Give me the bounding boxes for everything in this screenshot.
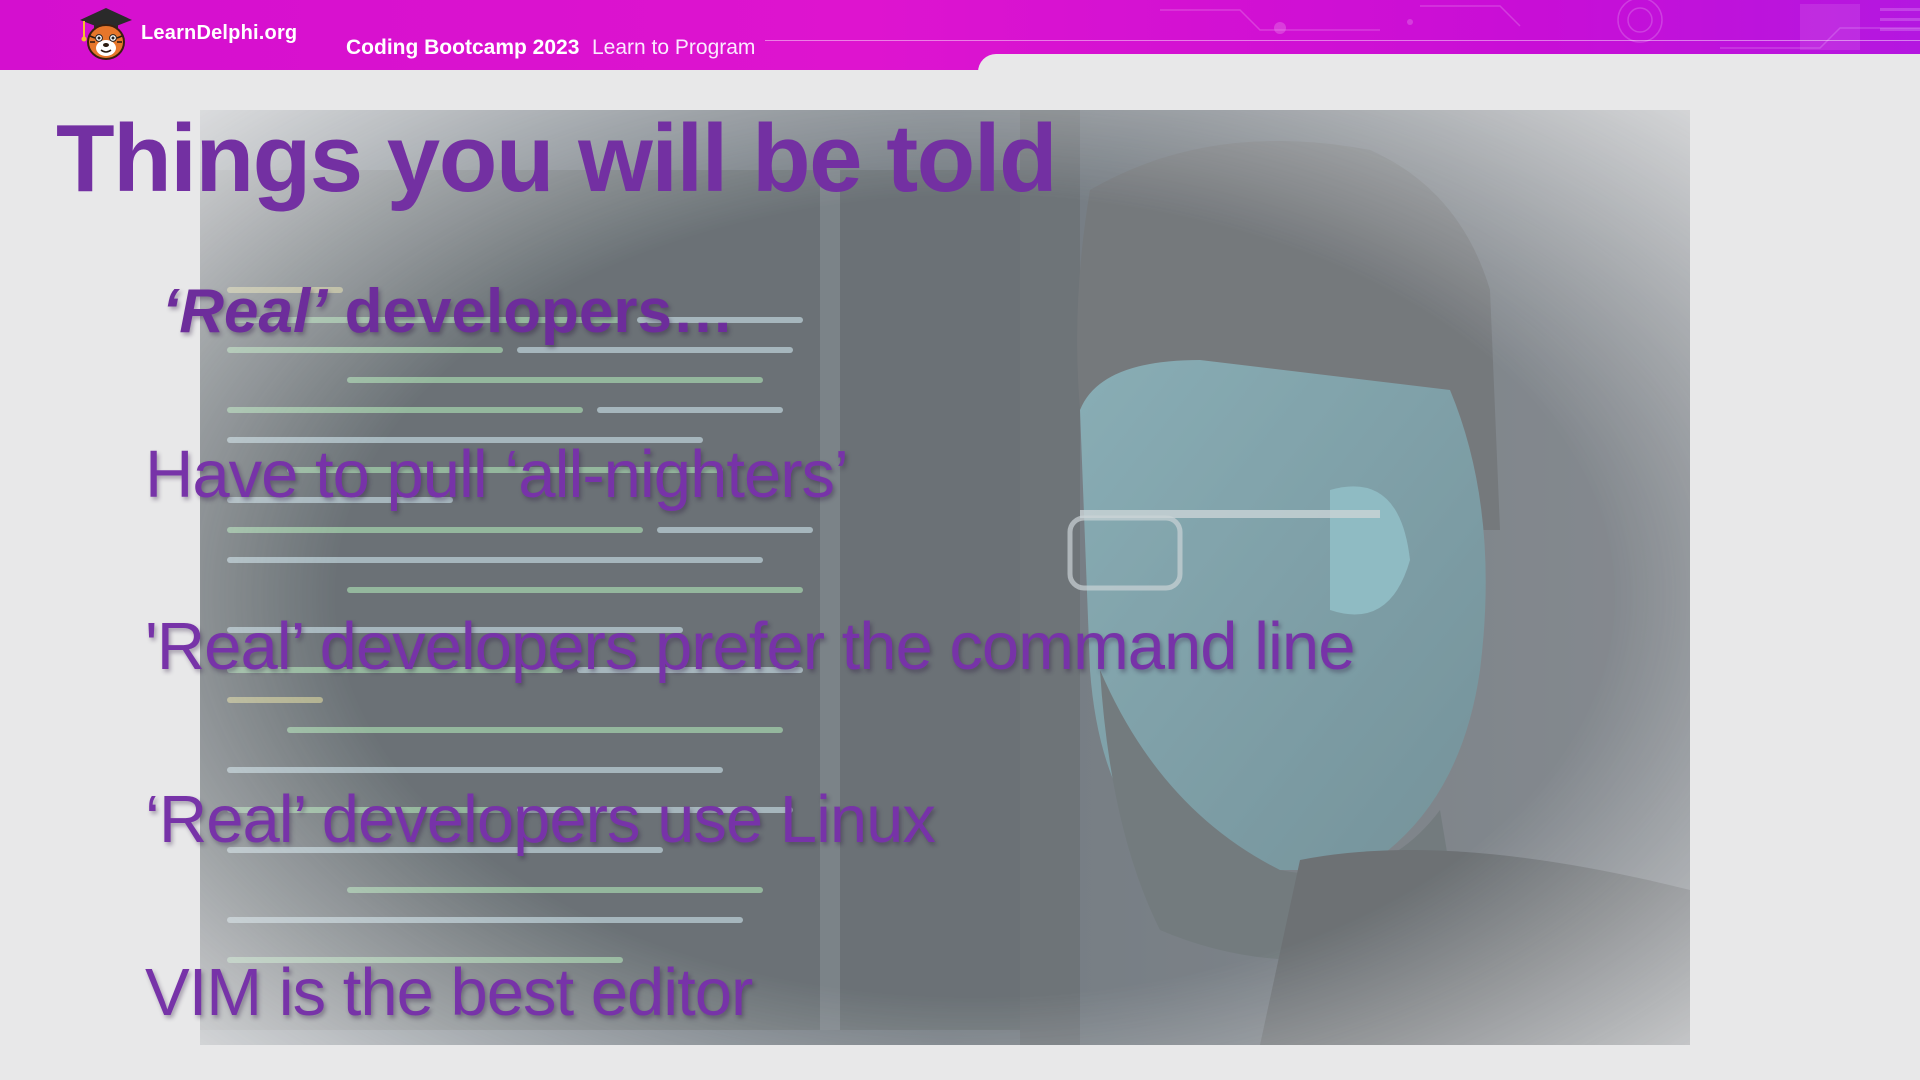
bootcamp-subtitle: Learn to Program (592, 36, 756, 59)
subtitle-emphasis: ‘Real’ (162, 277, 328, 346)
presentation-slide: LearnDelphi.org Coding Bootcamp 2023 Lea… (0, 0, 1920, 1080)
bullet-all-nighters: Have to pull ‘all-nighters’ (145, 437, 849, 512)
bullet-command-line: 'Real’ developers prefer the command lin… (145, 609, 1355, 684)
tiger-mascot-logo-icon (80, 8, 132, 60)
site-name: LearnDelphi.org (141, 22, 298, 44)
bootcamp-title: Coding Bootcamp 2023 (346, 36, 580, 59)
header-divider-line (765, 40, 1920, 41)
developer-at-monitor-photo (200, 110, 1690, 1045)
bullet-vim-editor: VIM is the best editor (145, 955, 753, 1030)
tech-pattern-decoration (1160, 0, 1920, 50)
slide-title: Things you will be told (56, 105, 1058, 212)
subtitle-rest: developers… (327, 277, 735, 346)
slide-subtitle: ‘Real’ developers… (162, 276, 734, 347)
header-notch (978, 54, 1920, 84)
bullet-linux: ‘Real’ developers use Linux (145, 782, 936, 857)
